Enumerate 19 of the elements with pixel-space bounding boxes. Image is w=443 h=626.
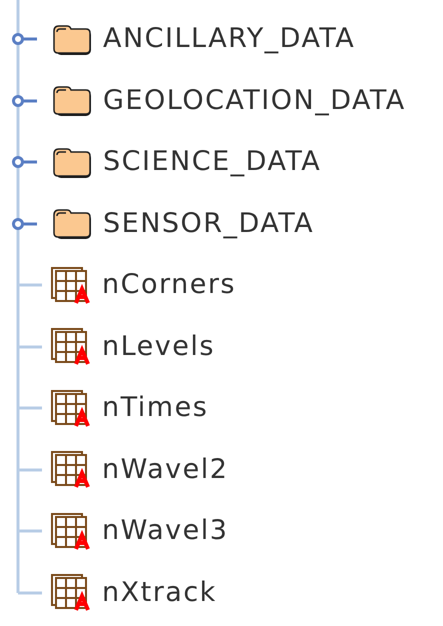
tree-item-label[interactable]: nTimes bbox=[102, 392, 208, 424]
tree-item-label[interactable]: SENSOR_DATA bbox=[103, 208, 314, 239]
tree-line bbox=[16, 316, 44, 377]
dataset-icon bbox=[50, 512, 92, 550]
tree-item-label[interactable]: nWavel2 bbox=[102, 454, 228, 485]
tree-item-label[interactable]: nXtrack bbox=[102, 576, 217, 608]
dataset-icon bbox=[50, 388, 92, 427]
tree-item-label[interactable]: ANCILLARY_DATA bbox=[103, 23, 356, 54]
tree-line bbox=[16, 377, 44, 438]
dataset-icon bbox=[50, 573, 92, 612]
dataset-icon bbox=[50, 450, 92, 488]
tree-item-label[interactable]: nWavel3 bbox=[102, 515, 228, 546]
tree-item-label[interactable]: SCIENCE_DATA bbox=[103, 146, 322, 178]
tree-item-label[interactable]: nLevels bbox=[102, 330, 215, 362]
dataset-icon bbox=[50, 266, 92, 304]
tree-item-label[interactable]: GEOLOCATION_DATA bbox=[103, 84, 406, 116]
tree-item-label[interactable]: nCorners bbox=[102, 269, 236, 300]
dataset-icon bbox=[50, 327, 92, 366]
tree-line bbox=[16, 438, 44, 500]
